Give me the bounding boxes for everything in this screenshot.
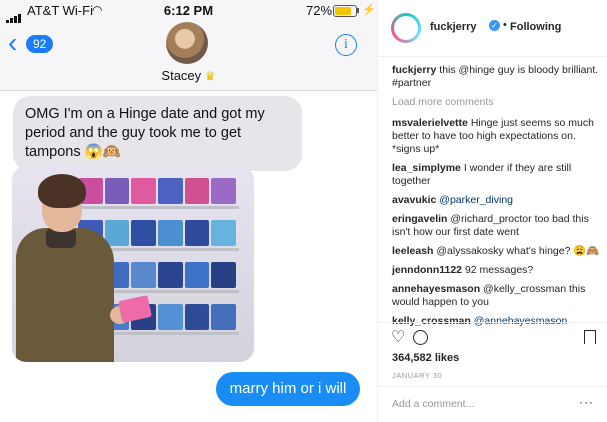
caption: fuckjerry this @hinge guy is bloody bril… bbox=[392, 64, 600, 90]
crown-icon: ♛ bbox=[204, 69, 216, 83]
comment-user[interactable]: kelly_crossman bbox=[392, 315, 471, 327]
comment-icon[interactable] bbox=[413, 330, 428, 345]
profile-avatar[interactable] bbox=[391, 13, 421, 43]
comment-user[interactable]: lea_simplyme bbox=[392, 162, 461, 174]
comment-user[interactable]: annehayesmason bbox=[392, 283, 480, 295]
unread-count-badge[interactable]: 92 bbox=[26, 35, 54, 53]
comment-text: @alyssakosky what's hinge? 😩🙈 bbox=[436, 245, 600, 257]
instagram-post-panel: fuckjerry ✓ • Following fuckjerry this @… bbox=[377, 0, 607, 422]
contact-name: Stacey bbox=[161, 68, 202, 83]
post-username[interactable]: fuckjerry bbox=[430, 21, 476, 33]
comment-item: eringavelin @richard_proctor too bad thi… bbox=[392, 213, 600, 239]
comment-user[interactable]: jenndonn1122 bbox=[392, 264, 462, 276]
comment-text: 92 messages? bbox=[464, 264, 534, 276]
add-comment-input[interactable]: Add a comment... bbox=[392, 398, 474, 410]
more-options-icon[interactable]: ··· bbox=[579, 395, 594, 409]
comment-text[interactable]: @annehayesmason bbox=[474, 315, 568, 327]
comment-user[interactable]: msvalerielvette bbox=[392, 117, 468, 129]
person bbox=[16, 228, 114, 362]
message-photo[interactable] bbox=[12, 166, 254, 362]
heart-icon[interactable]: ♡ bbox=[391, 330, 405, 346]
comment-user[interactable]: eringavelin bbox=[392, 213, 447, 225]
following-button[interactable]: Following bbox=[510, 21, 561, 33]
comment-text[interactable]: @parker_diving bbox=[439, 194, 513, 206]
status-bar: AT&T Wi-Fi ◠ 6:12 PM 72% ⚡ bbox=[0, 0, 377, 23]
chevron-left-icon[interactable]: ‹ bbox=[8, 29, 17, 57]
comment-item: annehayesmason @kelly_crossman this woul… bbox=[392, 283, 600, 309]
comment-item: leeleash @alyssakosky what's hinge? 😩🙈 bbox=[392, 245, 600, 258]
info-icon[interactable]: i bbox=[335, 34, 357, 56]
battery-nub bbox=[357, 8, 359, 13]
incoming-message-bubble: OMG I'm on a Hinge date and got my perio… bbox=[13, 96, 302, 171]
post-actions: ♡ bbox=[391, 330, 596, 348]
divider bbox=[378, 386, 607, 387]
comment-user[interactable]: avavukic bbox=[392, 194, 436, 206]
post-date: JANUARY 30 bbox=[392, 371, 443, 380]
separator-dot: • bbox=[503, 19, 507, 31]
verified-icon: ✓ bbox=[489, 20, 500, 31]
battery-percent: 72% bbox=[306, 3, 333, 18]
contact-name-row[interactable]: Stacey ♛ bbox=[0, 68, 377, 83]
bookmark-icon[interactable] bbox=[584, 330, 596, 344]
charging-icon: ⚡ bbox=[362, 4, 376, 16]
messages-header: AT&T Wi-Fi ◠ 6:12 PM 72% ⚡ ‹ 92 Stacey ♛… bbox=[0, 0, 377, 91]
comments-list: fuckjerry this @hinge guy is bloody bril… bbox=[392, 64, 600, 334]
caption-user[interactable]: fuckjerry bbox=[392, 64, 436, 76]
battery-icon bbox=[333, 5, 357, 17]
outgoing-message-bubble: marry him or i will bbox=[216, 372, 360, 406]
divider bbox=[378, 322, 607, 323]
post-header: fuckjerry ✓ • Following bbox=[378, 0, 607, 57]
imessage-screenshot: AT&T Wi-Fi ◠ 6:12 PM 72% ⚡ ‹ 92 Stacey ♛… bbox=[0, 0, 377, 422]
comment-user[interactable]: leeleash bbox=[392, 245, 433, 257]
comment-item: jenndonn1122 92 messages? bbox=[392, 264, 600, 277]
contact-avatar[interactable] bbox=[166, 22, 208, 64]
comment-item: avavukic @parker_diving bbox=[392, 194, 600, 207]
comment-item: lea_simplyme I wonder if they are still … bbox=[392, 162, 600, 188]
comment-item: msvalerielvette Hinge just seems so much… bbox=[392, 117, 600, 156]
like-count[interactable]: 364,582 likes bbox=[392, 352, 459, 364]
load-more-comments[interactable]: Load more comments bbox=[392, 96, 600, 109]
